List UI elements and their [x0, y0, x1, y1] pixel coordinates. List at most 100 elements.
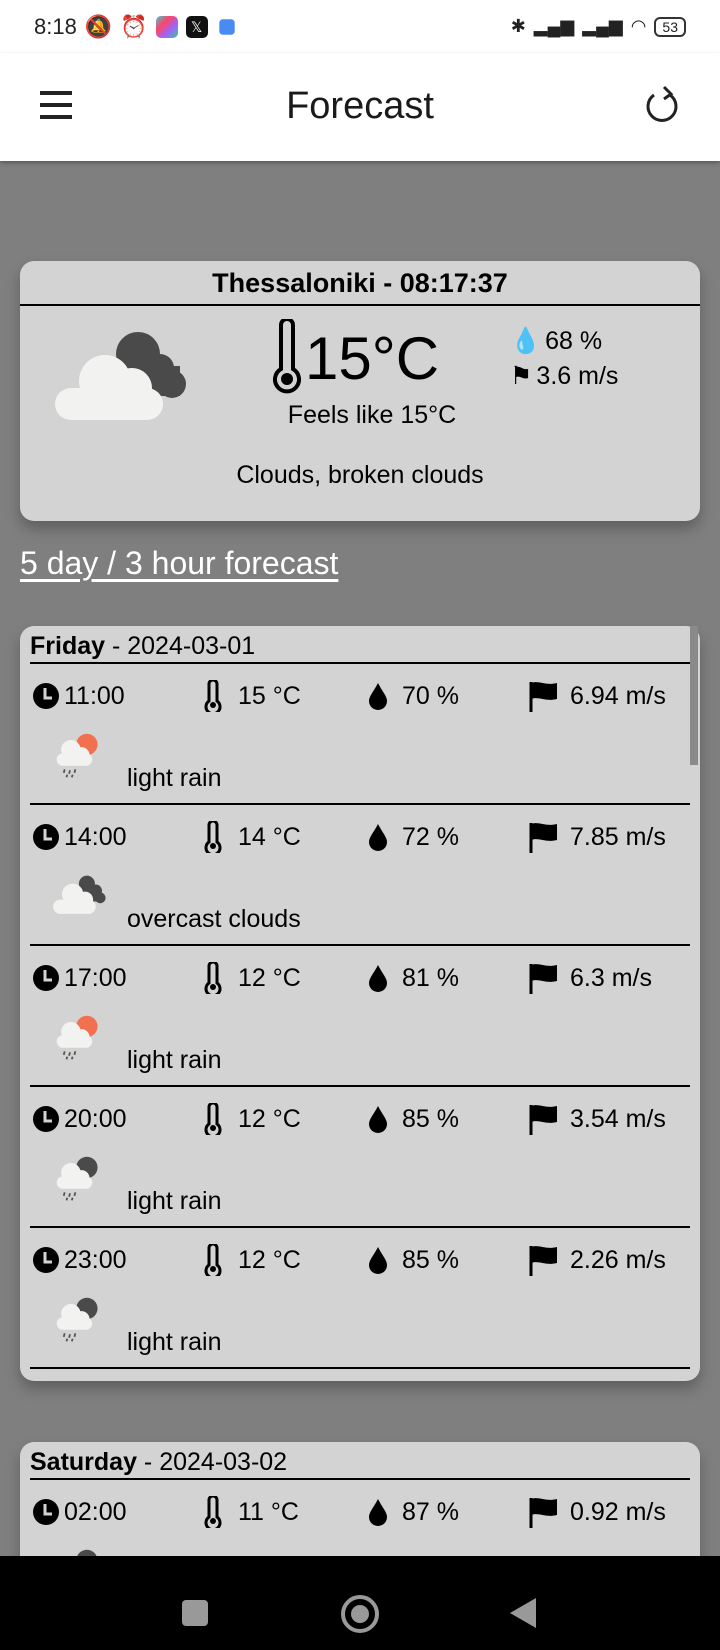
- scrollbar[interactable]: [690, 626, 698, 765]
- wind-flag-icon: [529, 1105, 557, 1135]
- wind-flag-icon: [529, 964, 557, 994]
- home-button[interactable]: [341, 1595, 379, 1633]
- forecast-row: 23:00 12 °C 85 % 2.26 m/s light rain: [30, 1228, 690, 1369]
- forecast-row: 20:00 12 °C 85 % 3.54 m/s light rain: [30, 1087, 690, 1228]
- thermometer-icon: [204, 1244, 222, 1276]
- forecast-link[interactable]: 5 day / 3 hour forecast: [20, 545, 338, 582]
- humidity-icon: [369, 824, 387, 851]
- row-wind: 3.54 m/s: [570, 1104, 666, 1133]
- row-description: light rain: [127, 1328, 222, 1356]
- wind-flag-icon: [529, 1246, 557, 1276]
- day-date: - 2024-03-02: [136, 1448, 288, 1476]
- rain-night-weather-icon: [56, 1156, 98, 1201]
- rain-day-weather-icon: [56, 1015, 98, 1060]
- city-time-header: Thessaloniki - 08:17:37: [20, 261, 700, 306]
- thermometer-icon: [204, 962, 222, 994]
- row-temperature: 11 °C: [238, 1497, 299, 1526]
- humidity-icon: [369, 1499, 387, 1526]
- row-time: 11:00: [64, 681, 125, 710]
- row-temperature: 12 °C: [238, 963, 301, 992]
- clock-icon: [33, 824, 59, 850]
- mute-icon: 🔕: [84, 13, 113, 39]
- current-weather-card: Thessaloniki - 08:17:37 15°C Feels like …: [20, 261, 700, 521]
- day-name: Saturday: [30, 1448, 137, 1476]
- thermometer-icon: [204, 1103, 222, 1135]
- row-temperature: 12 °C: [238, 1245, 301, 1274]
- row-time: 23:00: [64, 1245, 127, 1274]
- row-wind: 0.92 m/s: [570, 1497, 666, 1526]
- wind-flag-icon: ⚑: [510, 362, 533, 390]
- row-time: 14:00: [64, 822, 127, 851]
- thermometer-icon: [273, 319, 301, 394]
- row-wind: 6.3 m/s: [570, 963, 652, 992]
- row-time: 17:00: [64, 963, 127, 992]
- current-humidity: 68 %: [545, 327, 603, 355]
- row-temperature: 15 °C: [238, 681, 301, 710]
- clock-icon: [33, 1247, 59, 1273]
- clock-icon: [33, 965, 59, 991]
- row-description: light rain: [127, 764, 222, 792]
- thermometer-icon: [204, 680, 222, 712]
- wind-flag-icon: [529, 1498, 557, 1528]
- wifi-icon: ◠: [630, 16, 647, 36]
- row-humidity: 81 %: [402, 963, 459, 992]
- signal-icon: ▂▄▆: [533, 16, 575, 36]
- day-header: Friday - 2024-03-01: [30, 626, 690, 664]
- row-time: 20:00: [64, 1104, 127, 1133]
- back-button[interactable]: [510, 1598, 536, 1628]
- forecast-row: 14:00 14 °C 72 % 7.85 m/s overcast cloud…: [30, 805, 690, 946]
- page-title: Forecast: [286, 85, 434, 127]
- day-name: Friday: [30, 632, 106, 660]
- day-header: Saturday - 2024-03-02: [30, 1442, 690, 1480]
- status-time: 8:18: [34, 13, 77, 39]
- feels-like: Feels like 15°C: [287, 401, 457, 429]
- row-temperature: 14 °C: [238, 822, 301, 851]
- humidity-icon: [369, 1106, 387, 1133]
- row-time: 02:00: [64, 1497, 127, 1526]
- row-humidity: 85 %: [402, 1245, 459, 1274]
- recents-button[interactable]: [182, 1600, 208, 1626]
- bluetooth-icon: ✱: [510, 16, 526, 36]
- overcast-weather-icon: [53, 875, 106, 914]
- broken-clouds-icon: [55, 332, 186, 420]
- row-humidity: 70 %: [402, 681, 459, 710]
- humidity-icon: [369, 683, 387, 710]
- row-wind: 6.94 m/s: [570, 681, 666, 710]
- day-date: - 2024-03-01: [105, 632, 256, 660]
- app-bar: Forecast: [0, 53, 720, 161]
- row-humidity: 85 %: [402, 1104, 459, 1133]
- row-wind: 7.85 m/s: [570, 822, 666, 851]
- weather-description: Clouds, broken clouds: [236, 461, 484, 489]
- navigation-bar: [0, 1556, 720, 1650]
- battery-icon: 53: [654, 16, 686, 37]
- forecast-row: 17:00 12 °C 81 % 6.3 m/s light rain: [30, 946, 690, 1087]
- rain-night-weather-icon: [56, 1297, 98, 1342]
- clock-icon: [33, 683, 59, 709]
- humidity-icon: 💧: [510, 327, 542, 355]
- row-description: light rain: [127, 1187, 222, 1215]
- row-temperature: 12 °C: [238, 1104, 301, 1133]
- forecast-row: 11:00 15 °C 70 % 6.94 m/s light rain: [30, 664, 690, 805]
- row-description: light rain: [127, 1046, 222, 1074]
- humidity-icon: [369, 965, 387, 992]
- app-notification-icon: [155, 15, 178, 38]
- current-temperature: 15°C: [305, 325, 440, 392]
- row-description: overcast clouds: [127, 905, 301, 933]
- day-card: Friday - 2024-03-01 11:00 15 °C 70 % 6.9…: [20, 626, 700, 1381]
- row-humidity: 72 %: [402, 822, 459, 851]
- current-wind: 3.6 m/s: [536, 361, 619, 390]
- row-humidity: 87 %: [402, 1497, 459, 1526]
- clock-icon: [33, 1106, 59, 1132]
- rain-day-weather-icon: [56, 733, 98, 778]
- row-wind: 2.26 m/s: [570, 1245, 666, 1274]
- humidity-icon: [369, 1247, 387, 1274]
- thermometer-icon: [204, 821, 222, 853]
- signal-icon-2: ▂▄▆: [582, 16, 623, 36]
- x-app-icon: 𝕏: [185, 15, 208, 38]
- status-bar: 8:18 🔕 ⏰ 𝕏 ✱ ▂▄▆ ▂▄▆ ◠ 53: [0, 0, 720, 53]
- refresh-icon[interactable]: [640, 83, 684, 127]
- clock-icon: [33, 1499, 59, 1525]
- alarm-icon: ⏰: [120, 13, 148, 39]
- wind-flag-icon: [529, 823, 557, 853]
- news-app-icon: [218, 18, 235, 35]
